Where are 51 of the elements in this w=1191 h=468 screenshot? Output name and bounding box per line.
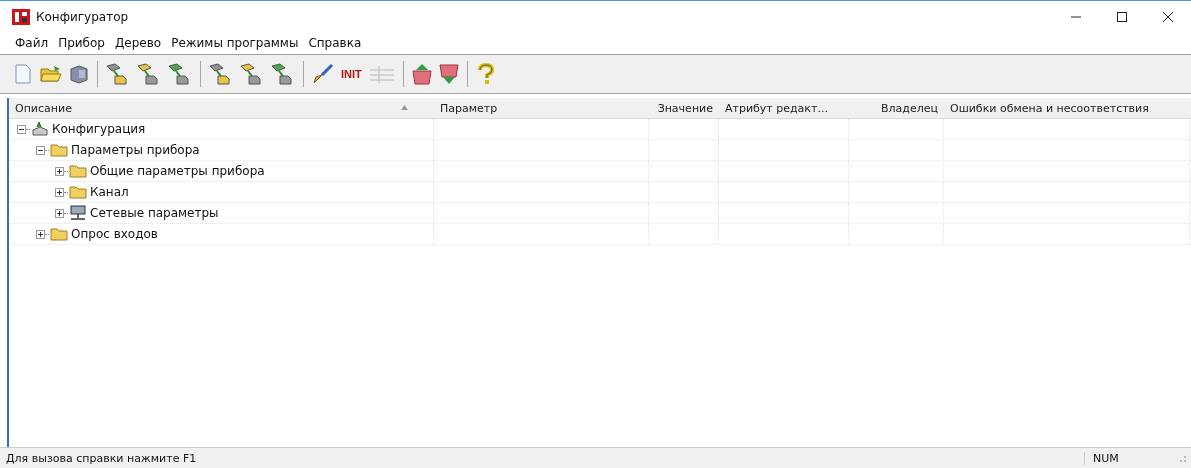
- column-header[interactable]: Атрибут редакт...: [719, 98, 849, 118]
- open-folder-icon: [40, 65, 62, 83]
- folder-icon: [69, 185, 87, 199]
- folder-up-icon: [411, 63, 432, 85]
- expand-icon[interactable]: [55, 208, 64, 218]
- column-header[interactable]: Владелец: [849, 98, 944, 118]
- window-title: Конфигуратор: [36, 9, 129, 24]
- tree-node-label[interactable]: Сетевые параметры: [90, 206, 219, 220]
- device-to-folder-icon: [106, 63, 130, 85]
- folder-to-device-icon: [137, 63, 161, 85]
- collapse-icon[interactable]: [36, 145, 45, 155]
- tree-node-label[interactable]: Общие параметры прибора: [90, 164, 265, 178]
- tree-node-label[interactable]: Параметры прибора: [71, 143, 200, 157]
- resize-grip-icon: [1177, 453, 1187, 463]
- num-lock-indicator: NUM: [1084, 451, 1173, 465]
- tree-node-label[interactable]: Канал: [90, 185, 129, 199]
- folder-icon: [69, 164, 87, 178]
- close-icon: [1162, 10, 1174, 23]
- device-transfer-icon: [271, 63, 295, 85]
- status-message: Для вызова справки нажмите F1: [6, 451, 197, 465]
- configuration-icon: [31, 121, 49, 137]
- menu-item[interactable]: Файл: [10, 36, 54, 50]
- collapse-icon[interactable]: [17, 124, 26, 134]
- expand-icon[interactable]: [36, 229, 45, 239]
- menu-item[interactable]: Прибор: [53, 36, 110, 50]
- column-header[interactable]: Описание: [9, 98, 434, 118]
- folder-to-device-icon: [240, 63, 264, 85]
- tree-node-label[interactable]: Конфигурация: [52, 122, 146, 136]
- menu-item[interactable]: Режимы программы: [166, 36, 304, 50]
- device-transfer-icon: [168, 63, 192, 85]
- device-to-folder-icon: [209, 63, 233, 85]
- app-icon: [12, 8, 30, 25]
- tree-node-label[interactable]: Опрос входов: [71, 227, 158, 241]
- brush-icon: [312, 63, 334, 85]
- menu-item[interactable]: Дерево: [109, 36, 167, 50]
- expand-icon[interactable]: [55, 166, 64, 176]
- table-icon: [368, 64, 395, 84]
- maximize-icon: [1116, 10, 1128, 23]
- column-header[interactable]: Ошибки обмена и несоответствия: [944, 98, 1190, 118]
- expand-icon[interactable]: [55, 187, 64, 197]
- device-icon: [69, 64, 89, 84]
- menu-item[interactable]: Справка: [303, 36, 367, 50]
- folder-icon: [50, 143, 68, 157]
- help-icon: [475, 63, 496, 85]
- folder-down-icon: [438, 63, 459, 85]
- init-button[interactable]: INIT: [338, 59, 365, 89]
- column-header[interactable]: Параметр: [434, 98, 649, 118]
- folder-icon: [50, 227, 68, 241]
- network-computer-icon: [69, 205, 87, 221]
- blank-page-icon: [15, 64, 31, 84]
- column-header[interactable]: Значение: [649, 98, 719, 118]
